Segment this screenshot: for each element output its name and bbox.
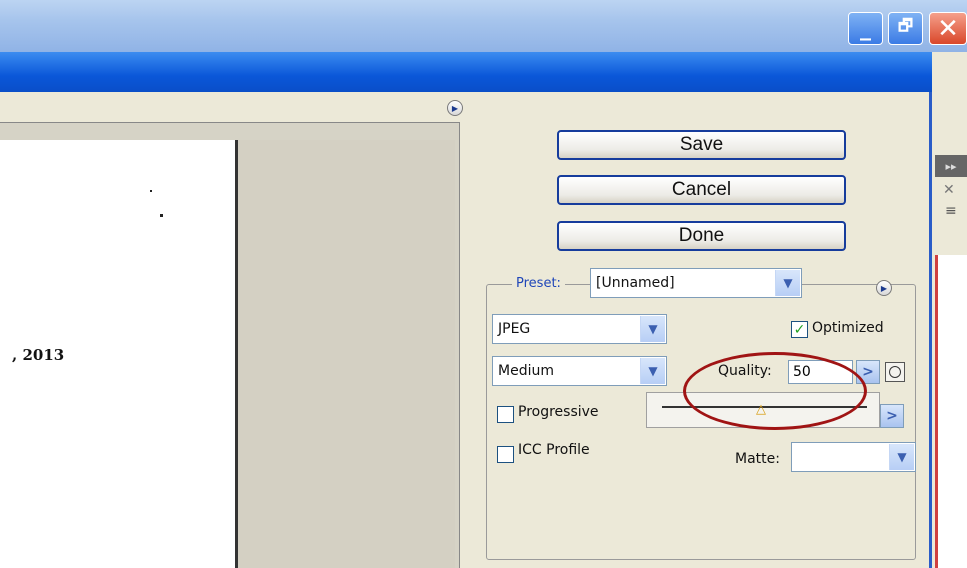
file-format-select[interactable]: JPEG ▼ [492,314,667,344]
play-icon: ▶ [451,103,459,113]
arrow-right-icon: > [862,364,874,380]
minimize-icon: _ [860,16,871,41]
close-button[interactable]: ✕ [929,12,967,45]
restore-icon: 🗗 [897,16,914,35]
format-value: JPEG [498,321,531,337]
arrow-right-icon: > [886,408,898,424]
preview-canvas-background [235,140,455,568]
side-panel [935,255,967,568]
play-icon: ▶ [880,283,888,293]
window-titlebar [0,0,967,52]
matte-select[interactable]: ▼ [791,442,916,472]
preview-speck [150,190,152,192]
preview-speck [160,214,163,217]
chevron-down-icon[interactable]: ▼ [640,358,665,384]
preset-select[interactable]: [Unnamed] ▼ [590,268,802,298]
done-button[interactable]: Done [557,221,846,251]
preset-value: [Unnamed] [596,275,675,291]
blur-arrow-button[interactable]: > [880,404,904,428]
dialog-titlebar [0,52,932,92]
save-button[interactable]: Save [557,130,846,160]
panel-close-icon[interactable]: ✕ [943,182,955,198]
chevron-down-icon[interactable]: ▼ [775,270,800,296]
compression-quality-select[interactable]: Medium ▼ [492,356,667,386]
progressive-label: Progressive [518,404,599,420]
preview-text: , 2013 [12,346,65,364]
icc-profile-label: ICC Profile [518,442,590,458]
optimized-label: Optimized [812,320,884,336]
annotation-circle [683,352,867,430]
restore-button[interactable]: 🗗 [888,12,923,45]
icc-profile-checkbox[interactable] [497,446,514,463]
compression-value: Medium [498,363,554,379]
check-icon: ✓ [793,321,806,338]
preview-menu-button[interactable]: ▶ [447,100,463,116]
panel-menu-icon[interactable]: ≡ [945,203,957,219]
optimize-menu-button[interactable]: ▶ [876,280,892,296]
chevron-down-icon[interactable]: ▼ [889,444,914,470]
quality-mask-button[interactable] [885,362,905,382]
chevron-down-icon[interactable]: ▼ [640,316,665,342]
progressive-checkbox[interactable] [497,406,514,423]
panel-expand-icon[interactable]: ▸▸ [935,155,967,177]
cancel-button[interactable]: Cancel [557,175,846,205]
matte-label: Matte: [735,451,780,467]
optimized-checkbox[interactable]: ✓ [791,321,808,338]
close-icon: ✕ [937,13,959,44]
minimize-button[interactable]: _ [848,12,883,45]
preset-label: Preset: [512,276,565,291]
circle-icon [889,366,901,378]
